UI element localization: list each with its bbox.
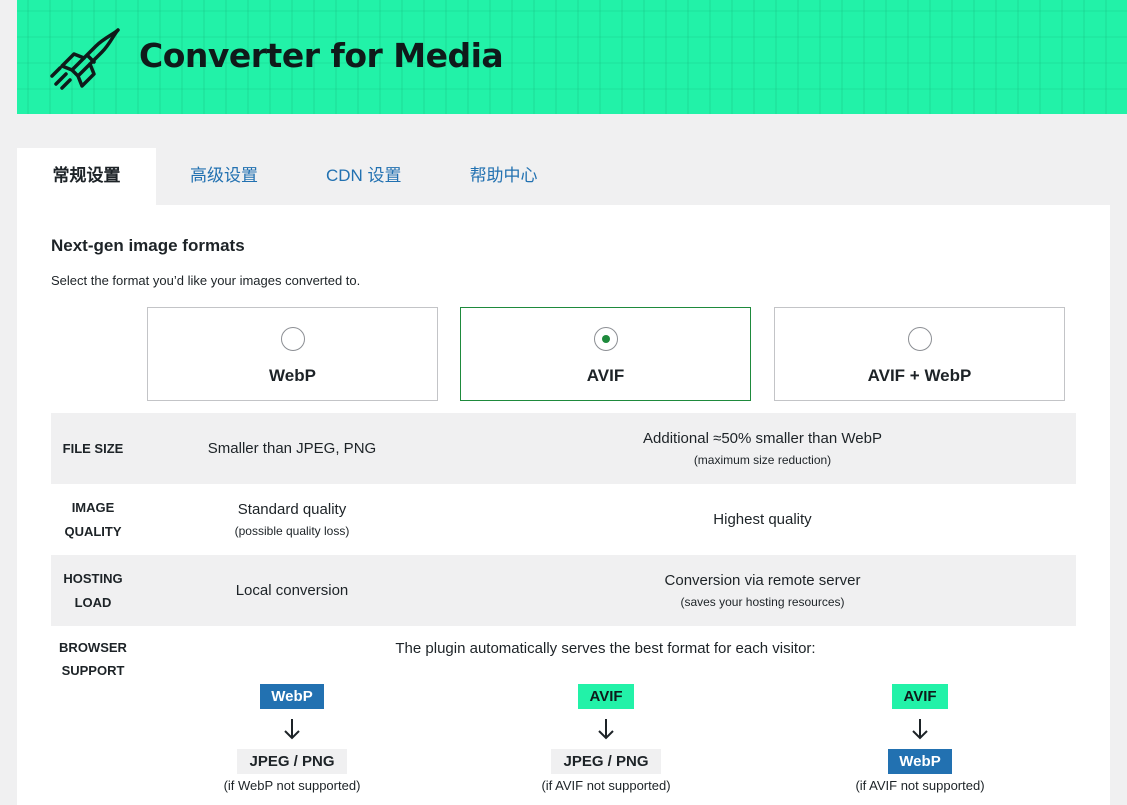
cell-avif: Additional ≈50% smaller than WebP (maxim… xyxy=(449,413,1076,484)
tab-cdn-settings[interactable]: CDN 设置 xyxy=(292,148,436,205)
settings-panel: Next-gen image formats Select the format… xyxy=(17,205,1110,805)
format-option-avif-webp[interactable]: AVIF + WebP xyxy=(774,307,1065,401)
format-option-avif[interactable]: AVIF xyxy=(460,307,751,401)
section-title: Next-gen image formats xyxy=(51,236,245,255)
row-hosting-load: HOSTING LOAD Local conversion Conversion … xyxy=(51,555,1076,626)
fallback-column-webp: WebP JPEG / PNG (if WebP not supported) xyxy=(177,684,407,793)
fallback-caption: (if WebP not supported) xyxy=(223,778,361,793)
cell-avif: Highest quality xyxy=(449,484,1076,555)
header-banner: Converter for Media xyxy=(17,0,1127,114)
radio-webp[interactable] xyxy=(281,327,305,351)
fallback-column-avif-webp: AVIF WebP (if AVIF not supported) xyxy=(805,684,1035,793)
settings-tabs: 常规设置 高级设置 CDN 设置 帮助中心 xyxy=(17,148,572,205)
format-option-webp[interactable]: WebP xyxy=(147,307,438,401)
format-badge: WebP xyxy=(260,684,324,709)
app-title: Converter for Media xyxy=(139,36,504,75)
option-label: AVIF xyxy=(586,366,625,385)
row-header-line: HOSTING xyxy=(63,570,123,586)
option-label: WebP xyxy=(269,366,316,385)
arrow-down-icon xyxy=(177,709,407,749)
fallback-badge: WebP xyxy=(888,749,952,774)
cell-avif: Conversion via remote server (saves your… xyxy=(449,555,1076,626)
option-label: AVIF + WebP xyxy=(867,366,972,385)
cell-text: Local conversion xyxy=(235,582,349,599)
format-badge: AVIF xyxy=(578,684,634,709)
arrow-down-icon xyxy=(805,709,1035,749)
row-file-size: FILE SIZE Smaller than JPEG, PNG Additio… xyxy=(51,413,1076,484)
row-image-quality: IMAGE QUALITY Standard quality (possible … xyxy=(51,484,1076,555)
tab-advanced-settings[interactable]: 高级设置 xyxy=(156,148,292,205)
rocket-logo-icon xyxy=(50,28,120,90)
tab-general-settings[interactable]: 常规设置 xyxy=(17,148,156,205)
row-header-line: SUPPORT xyxy=(61,663,125,678)
cell-subtext: (maximum size reduction) xyxy=(693,453,832,467)
cell-webp: Smaller than JPEG, PNG xyxy=(135,413,449,484)
row-header-line: IMAGE xyxy=(71,499,115,515)
fallback-badge: JPEG / PNG xyxy=(237,749,347,774)
browser-support-note: The plugin automatically serves the best… xyxy=(395,640,816,657)
arrow-down-icon xyxy=(491,709,721,749)
fallback-badge: JPEG / PNG xyxy=(551,749,661,774)
row-header: IMAGE QUALITY xyxy=(51,484,135,555)
row-header: HOSTING LOAD xyxy=(51,555,135,626)
row-header: FILE SIZE xyxy=(62,440,124,456)
radio-avif-webp[interactable] xyxy=(908,327,932,351)
fallback-caption: (if AVIF not supported) xyxy=(855,778,985,793)
radio-avif[interactable] xyxy=(594,327,618,351)
row-header-browser-support: BROWSER SUPPORT xyxy=(51,636,135,682)
fallback-caption: (if AVIF not supported) xyxy=(541,778,671,793)
row-header-line: BROWSER xyxy=(59,640,127,655)
row-header-line: LOAD xyxy=(74,594,112,610)
cell-webp: Standard quality (possible quality loss) xyxy=(135,484,449,555)
tab-help-center[interactable]: 帮助中心 xyxy=(436,148,572,205)
section-description: Select the format you’d like your images… xyxy=(51,273,361,288)
format-badge: AVIF xyxy=(892,684,948,709)
row-header-line: QUALITY xyxy=(64,523,122,539)
radio-checked-dot xyxy=(602,335,610,343)
fallback-column-avif: AVIF JPEG / PNG (if AVIF not supported) xyxy=(491,684,721,793)
cell-subtext: (saves your hosting resources) xyxy=(680,595,845,609)
cell-text: Additional ≈50% smaller than WebP xyxy=(643,430,882,447)
cell-text: Highest quality xyxy=(713,511,812,528)
cell-text: Standard quality xyxy=(237,501,347,518)
cell-text: Conversion via remote server xyxy=(664,572,861,589)
cell-subtext: (possible quality loss) xyxy=(234,524,350,538)
cell-text: Smaller than JPEG, PNG xyxy=(207,440,377,457)
cell-webp: Local conversion xyxy=(135,555,449,626)
